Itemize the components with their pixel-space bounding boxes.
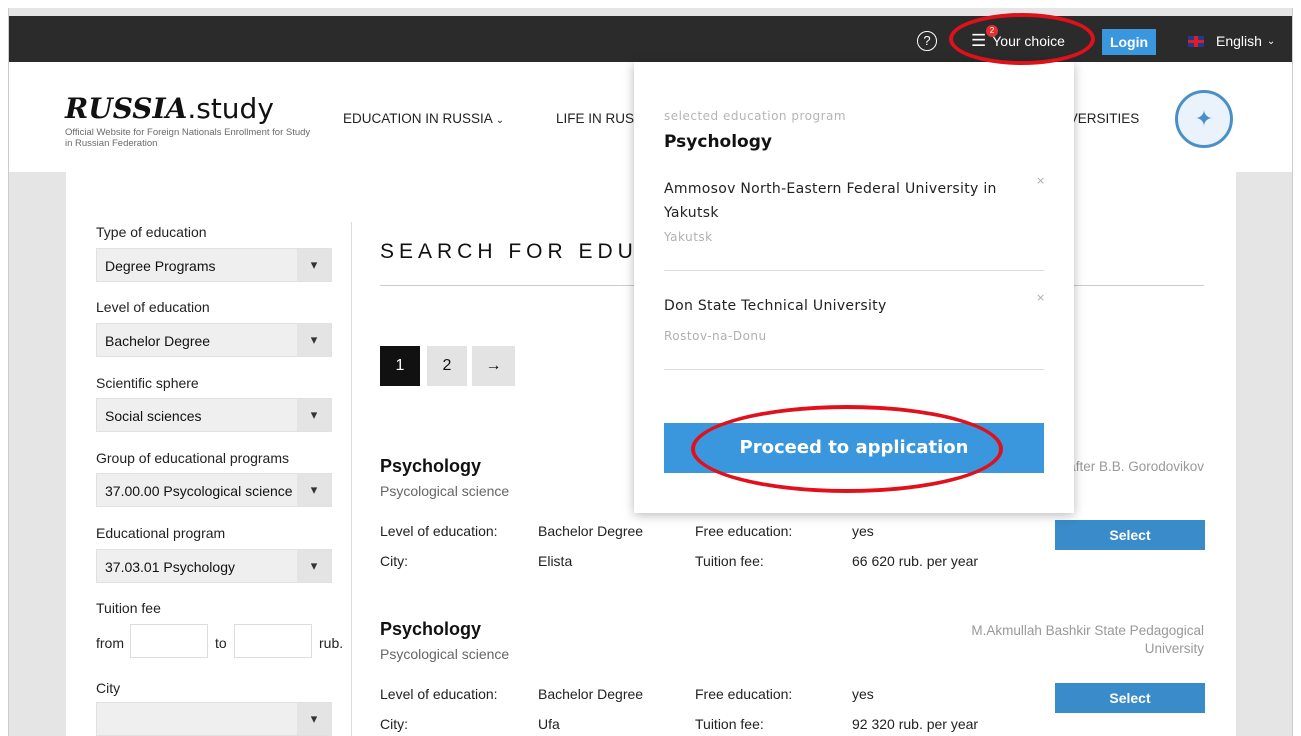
divider	[664, 270, 1044, 271]
chevron-down-icon: ▾	[297, 324, 331, 356]
fee-from-input[interactable]	[130, 624, 208, 658]
fee-value: 92 320 rub. per year	[852, 716, 979, 732]
level-value: Bachelor Degree	[538, 523, 644, 539]
result-subtitle: Psycological science	[380, 483, 510, 499]
nav-universities[interactable]: IVERSITIES	[1065, 111, 1139, 126]
chevron-down-icon: ⌄	[1266, 35, 1276, 47]
login-button[interactable]: Login	[1102, 29, 1156, 55]
free-value: yes	[852, 686, 874, 702]
group-programs-label: Group of educational programs	[96, 450, 289, 466]
logo-mark: RUSSIA	[65, 92, 188, 125]
chevron-down-icon: ▾	[297, 703, 331, 735]
type-of-education-label: Type of education	[96, 224, 207, 240]
next-page-arrow-icon[interactable]: →	[472, 346, 515, 386]
logo-text: .study	[187, 92, 274, 125]
page-button-2[interactable]: 2	[427, 346, 467, 386]
select-button[interactable]: Select	[1055, 520, 1205, 550]
chevron-down-icon: ▾	[297, 399, 331, 431]
scientific-sphere-label: Scientific sphere	[96, 375, 199, 391]
selected-city: Yakutsk	[664, 230, 713, 244]
city-value: Elista	[538, 553, 573, 569]
fee-to-input[interactable]	[234, 624, 312, 658]
language-selector[interactable]: English ⌄	[1188, 33, 1275, 49]
remove-icon[interactable]: ×	[1036, 291, 1045, 304]
level-value: Bachelor Degree	[538, 686, 644, 702]
nav-life-in-russia[interactable]: LIFE IN RUSS	[556, 111, 643, 126]
language-label: English	[1216, 33, 1262, 49]
result-university: M.Akmullah Bashkir State Pedagogical Uni…	[971, 623, 1204, 656]
ministry-seal-icon: ✦	[1175, 90, 1233, 148]
nav-education-in-russia[interactable]: EDUCATION IN RUSSIA ⌄	[343, 111, 504, 126]
group-programs-select[interactable]: 37.00.00 Psycological science ▾	[96, 473, 332, 507]
city-label: City:	[380, 716, 408, 732]
result-title[interactable]: Psychology	[380, 619, 481, 640]
selected-university: Don State Technical University	[664, 298, 887, 314]
chevron-down-icon: ⌄	[495, 115, 505, 126]
level-of-education-select[interactable]: Bachelor Degree ▾	[96, 323, 332, 357]
city-label: City:	[380, 553, 408, 569]
result-title[interactable]: Psychology	[380, 456, 481, 477]
select-button[interactable]: Select	[1055, 683, 1205, 713]
selected-university: Ammosov North-Eastern Federal University…	[664, 181, 997, 221]
free-value: yes	[852, 523, 874, 539]
fee-to-label: to	[215, 635, 227, 651]
site-logo[interactable]: RUSSIA.study Official Website for Foreig…	[65, 92, 315, 149]
level-of-education-label: Level of education	[96, 299, 210, 315]
result-subtitle: Psycological science	[380, 646, 510, 662]
page-title: SEARCH FOR EDU	[380, 240, 638, 263]
fee-label: Tuition fee:	[695, 553, 764, 569]
level-label: Level of education:	[380, 523, 498, 539]
selected-program: Psychology	[664, 132, 772, 152]
fee-label: Tuition fee:	[695, 716, 764, 732]
divider	[351, 222, 352, 736]
educational-program-select[interactable]: 37.03.01 Psychology ▾	[96, 549, 332, 583]
logo-subtitle: Official Website for Foreign Nationals E…	[65, 127, 311, 149]
dropdown-caption: selected education program	[664, 109, 847, 123]
selected-city: Rostov-na-Donu	[664, 329, 767, 343]
highlight-ring	[691, 405, 1003, 493]
educational-program-label: Educational program	[96, 525, 226, 541]
level-label: Level of education:	[380, 686, 498, 702]
fee-value: 66 620 rub. per year	[852, 553, 979, 569]
free-label: Free education:	[695, 686, 793, 702]
city-select[interactable]: ▾	[96, 702, 332, 736]
city-label: City	[96, 680, 121, 696]
chevron-down-icon: ▾	[297, 474, 331, 506]
top-bar: ? ☰ 2 Your choice Login English ⌄	[9, 16, 1292, 62]
scientific-sphere-select[interactable]: Social sciences ▾	[96, 398, 332, 432]
city-value: Ufa	[538, 716, 560, 732]
tuition-fee-label: Tuition fee	[96, 600, 161, 616]
remove-icon[interactable]: ×	[1036, 174, 1045, 187]
page-frame: ? ☰ 2 Your choice Login English ⌄ RUSSIA.…	[8, 8, 1293, 736]
fee-from-label: from	[96, 635, 124, 651]
uk-flag-icon	[1188, 35, 1204, 47]
highlight-ring	[949, 13, 1095, 65]
page-button-1[interactable]: 1	[380, 346, 420, 386]
chevron-down-icon: ▾	[297, 550, 331, 582]
help-icon[interactable]: ?	[917, 31, 937, 51]
free-label: Free education:	[695, 523, 793, 539]
fee-unit-label: rub.	[319, 635, 344, 651]
divider	[664, 369, 1044, 370]
type-of-education-select[interactable]: Degree Programs ▾	[96, 248, 332, 282]
chevron-down-icon: ▾	[297, 249, 331, 281]
